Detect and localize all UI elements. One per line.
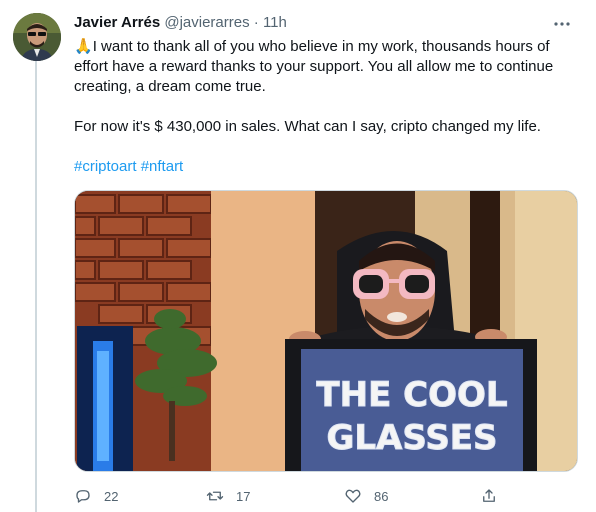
avatar[interactable] [13, 13, 61, 61]
separator: · [253, 14, 259, 31]
tweet-line-1: I want to thank all of you who believe i… [74, 38, 554, 95]
retweet-count: 17 [236, 488, 251, 504]
timestamp[interactable]: 11h [263, 14, 287, 31]
tweet-text: 🙏I want to thank all of you who believe … [74, 37, 574, 177]
tweet-photo: THE COOL GLASSES [75, 191, 577, 471]
hashtag-nftart[interactable]: #nftart [141, 158, 184, 175]
screen-text-2: GLASSES [326, 418, 497, 458]
heart-icon [345, 489, 361, 503]
share-icon [483, 489, 495, 502]
retweet-button[interactable]: 17 [206, 484, 250, 508]
tweet-actions: 22 17 86 [74, 484, 574, 508]
share-button[interactable] [480, 484, 498, 508]
author-name[interactable]: Javier Arrés [74, 14, 160, 31]
thread-line [35, 60, 37, 512]
more-options-button[interactable] [550, 12, 574, 36]
pray-emoji: 🙏 [74, 38, 93, 55]
retweet-icon [206, 491, 224, 501]
author-handle[interactable]: @javierarres [164, 14, 249, 31]
reply-button[interactable]: 22 [74, 484, 118, 508]
reply-icon [76, 490, 90, 503]
like-count: 86 [374, 488, 389, 504]
like-button[interactable]: 86 [344, 484, 388, 508]
reply-count: 22 [104, 488, 119, 504]
more-horizontal-icon [554, 22, 570, 26]
avatar-image [13, 13, 61, 61]
hashtags: #criptoart #nftart [74, 157, 574, 177]
tweet-media[interactable]: THE COOL GLASSES [74, 190, 578, 472]
screen-text-1: THE COOL [316, 375, 507, 415]
tweet-line-2: For now it's $ 430,000 in sales. What ca… [74, 118, 541, 135]
tweet-paragraph-1: 🙏I want to thank all of you who believe … [74, 37, 574, 97]
tweet-header: Javier Arrés @javierarres · 11h [74, 13, 287, 33]
hashtag-criptoart[interactable]: #criptoart [74, 158, 137, 175]
